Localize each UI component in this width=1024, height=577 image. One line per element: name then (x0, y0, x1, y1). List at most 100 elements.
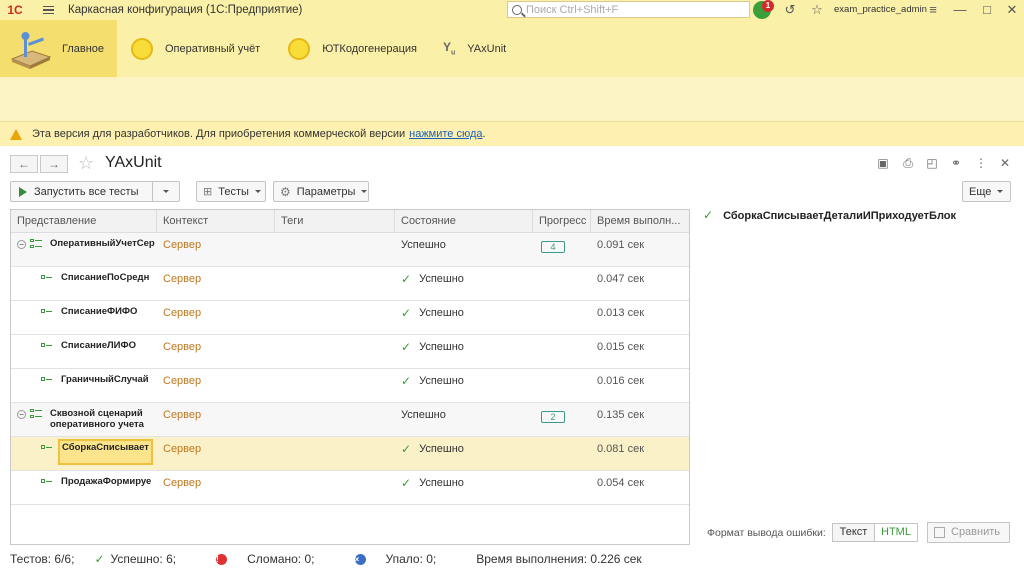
test-context: Сервер (163, 409, 202, 421)
failed-count: × Упало: 0; (354, 552, 457, 566)
app-logo[interactable]: 1С (0, 0, 30, 20)
test-context: Сервер (163, 443, 202, 455)
table-row[interactable]: СписаниеЛИФО Сервер ✓ Успешно 0.015 сек (11, 335, 689, 369)
run-all-tests-button[interactable]: Запустить все тесты (10, 181, 180, 202)
broken-count: ! Сломано: 0; (216, 552, 334, 566)
table-row[interactable]: ПродажаФормируе Сервер ✓ Успешно 0.054 се… (11, 471, 689, 505)
column-header[interactable]: Теги (275, 210, 395, 233)
save-icon[interactable]: ▣ (876, 156, 890, 170)
test-state: Успешно (419, 341, 464, 353)
window-title: Каркасная конфигурация (1С:Предприятие) (68, 4, 303, 16)
success-check-icon: ✓ (401, 272, 412, 286)
column-header[interactable]: Представление (11, 210, 157, 233)
close-window-icon[interactable]: ✕ (1004, 2, 1020, 18)
history-icon[interactable]: ↺ (782, 2, 798, 18)
section-label: Оперативный учёт (165, 42, 261, 55)
format-text-button[interactable]: Текст (832, 523, 875, 542)
test-context: Сервер (163, 307, 202, 319)
success-check-icon: ✓ (401, 374, 412, 388)
minimize-icon[interactable]: — (952, 2, 968, 18)
notice-text: Эта версия для разработчиков. Для приобр… (32, 128, 406, 140)
test-case-icon (41, 479, 53, 487)
sun-icon (131, 37, 153, 60)
forward-button[interactable]: → (40, 155, 68, 173)
test-time: 0.015 сек (597, 341, 645, 353)
more-actions-icon[interactable]: ⋮ (974, 156, 988, 170)
column-header[interactable]: Прогресс (533, 210, 591, 233)
favorites-star-icon[interactable]: ☆ (809, 2, 825, 18)
success-check-icon: ✓ (401, 476, 412, 490)
collapse-icon[interactable]: − (17, 240, 26, 249)
yaxunit-icon: Yu (442, 40, 456, 57)
test-case-icon (41, 309, 53, 317)
test-time: 0.081 сек (597, 443, 645, 455)
table-row-selected[interactable]: СборкаСписывает Сервер ✓ Успешно 0.081 се… (11, 437, 689, 471)
table-row[interactable]: − ОперативныйУчетСер Сервер Успешно 4 0.… (11, 233, 689, 267)
success-check-icon: ✓ (401, 340, 412, 354)
section-label: YAxUnit (467, 42, 507, 55)
more-button[interactable]: Еще (962, 181, 1011, 202)
dropdown-arrow-icon (361, 190, 368, 193)
test-tags (275, 437, 395, 470)
more-label: Еще (969, 185, 992, 198)
play-icon (19, 186, 27, 197)
notification-badge: 1 (762, 0, 774, 12)
collapse-icon[interactable]: − (17, 410, 26, 419)
section-label: Главное (62, 42, 105, 55)
search-input[interactable]: Поиск Ctrl+Shift+F (507, 1, 750, 18)
test-name: ПродажаФормируе (61, 476, 152, 487)
print-icon[interactable]: ⎙ (901, 156, 915, 170)
success-count: ✓ Успешно: 6; (94, 552, 196, 567)
test-time: 0.091 сек (597, 239, 645, 251)
table-row[interactable]: − Сквозной сценарий оперативного учета С… (11, 403, 689, 437)
section-yaxunit[interactable]: Yu YAxUnit (431, 20, 520, 77)
section-operative-accounting[interactable]: Оперативный учёт (117, 20, 274, 77)
parameters-button[interactable]: ⚙ Параметры (273, 181, 369, 202)
table-row[interactable]: СписаниеФИФО Сервер ✓ Успешно 0.013 сек (11, 301, 689, 335)
table-row[interactable]: ГраничныйСлучай Сервер ✓ Успешно 0.016 се… (11, 369, 689, 403)
broken-icon: ! (216, 553, 228, 565)
failed-count-text: Упало: 0; (385, 552, 437, 566)
test-name: СписаниеФИФО (61, 306, 138, 317)
test-tags (275, 233, 395, 266)
table-row[interactable]: СписаниеПоСредн Сервер ✓ Успешно 0.047 се… (11, 267, 689, 301)
tests-menu-button[interactable]: ⊞ Тесты (196, 181, 266, 202)
test-name: ОперативныйУчетСер (50, 238, 155, 249)
parameters-label: Параметры (296, 185, 356, 198)
search-placeholder: Поиск Ctrl+Shift+F (526, 3, 619, 16)
compare-button[interactable]: Сравнить (927, 522, 1010, 543)
format-html-button[interactable]: HTML (874, 523, 918, 542)
error-format-label: Формат вывода ошибки: (707, 527, 826, 539)
test-time: 0.054 сек (597, 477, 645, 489)
run-all-label: Запустить все тесты (34, 185, 139, 198)
column-header[interactable]: Состояние (395, 210, 533, 233)
settings-menu-icon[interactable]: ≡ (925, 2, 941, 18)
dropdown-arrow-icon[interactable] (163, 190, 170, 193)
selected-test-name: СборкаСписываетДеталиИПриходуетБлок (723, 209, 957, 222)
section-main[interactable]: Главное (0, 20, 117, 77)
test-name: Сквозной сценарий оперативного учета (50, 408, 144, 430)
back-button[interactable]: ← (10, 155, 38, 173)
success-check-icon: ✓ (401, 306, 412, 320)
test-context: Сервер (163, 375, 202, 387)
section-commands-area (0, 77, 1024, 122)
column-header[interactable]: Время выполн... (591, 210, 689, 233)
progress-badge: 4 (541, 241, 565, 253)
column-header[interactable]: Контекст (157, 210, 275, 233)
warning-icon (10, 128, 22, 140)
test-results-table[interactable]: Представление Контекст Теги Состояние Пр… (10, 209, 690, 545)
notifications-icon[interactable]: 1 (753, 0, 774, 19)
test-context: Сервер (163, 239, 202, 251)
preview-icon[interactable]: ◰ (925, 156, 939, 170)
favorite-star-icon[interactable]: ☆ (78, 153, 94, 174)
section-codegen[interactable]: ЮТКодогенерация (274, 20, 431, 77)
test-tags (275, 369, 395, 402)
user-name[interactable]: exam_practice_admin (834, 4, 927, 15)
close-form-icon[interactable]: ✕ (998, 156, 1012, 170)
test-name: СписаниеЛИФО (61, 340, 136, 351)
link-icon[interactable]: ⚭ (949, 156, 963, 170)
progress-badge: 2 (541, 411, 565, 423)
maximize-icon[interactable]: □ (979, 2, 995, 18)
notice-link[interactable]: нажмите сюда (409, 128, 482, 140)
menu-icon[interactable] (38, 0, 58, 20)
